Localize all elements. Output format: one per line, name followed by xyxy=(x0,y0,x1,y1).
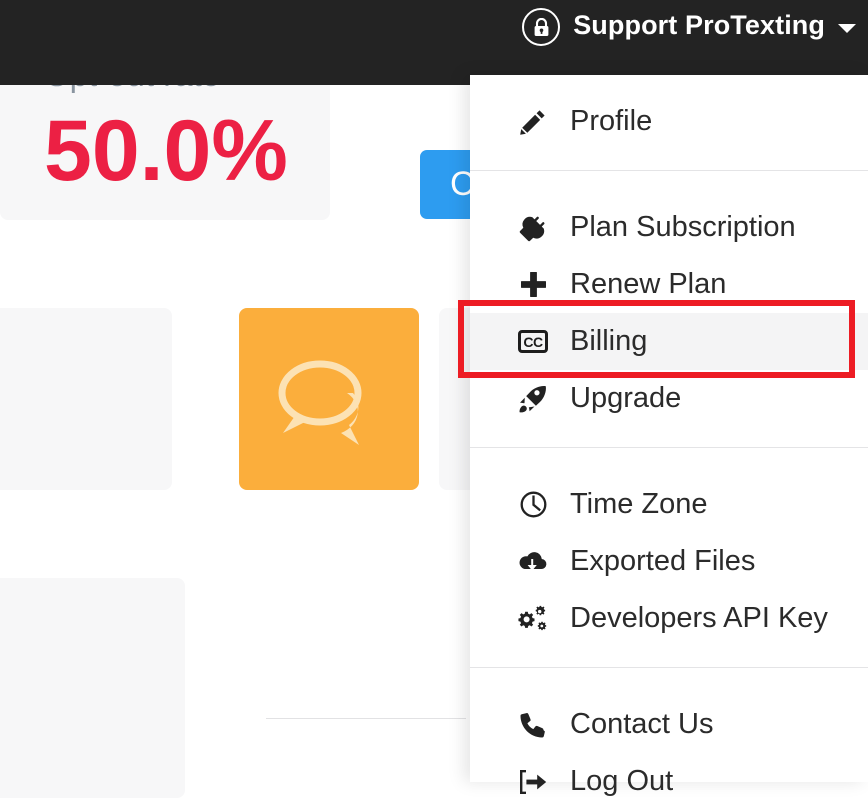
plug-icon xyxy=(518,214,548,242)
rocket-icon xyxy=(518,385,548,413)
cc-badge-text: CC xyxy=(518,330,548,353)
stat-divider xyxy=(266,718,466,719)
dashboard-card-placeholder-1 xyxy=(0,308,172,490)
menu-item-label: Renew Plan xyxy=(570,268,727,300)
menu-spacer xyxy=(470,171,868,199)
cc-badge-icon: CC xyxy=(518,330,548,353)
menu-item-plan-subscription[interactable]: Plan Subscription xyxy=(470,199,868,256)
chat-bubbles-icon xyxy=(273,353,385,445)
account-dropdown-menu[interactable]: Profile Plan Subscription Renew Plan CC … xyxy=(470,75,868,796)
chevron-down-icon xyxy=(838,24,856,33)
menu-spacer xyxy=(470,647,868,667)
phone-icon xyxy=(518,712,548,738)
gears-icon xyxy=(518,605,548,633)
menu-item-exported-files[interactable]: Exported Files xyxy=(470,533,868,590)
menu-spacer xyxy=(470,150,868,170)
menu-spacer xyxy=(470,75,868,93)
cloud-download-icon xyxy=(518,550,548,574)
menu-item-label: Exported Files xyxy=(570,545,756,577)
menu-item-label: Billing xyxy=(570,325,648,357)
menu-item-label: Contact Us xyxy=(570,708,714,740)
lock-circle-icon xyxy=(522,8,561,46)
dashboard-card-placeholder-3 xyxy=(0,578,185,798)
menu-item-billing[interactable]: CC Billing xyxy=(470,313,868,370)
menu-item-upgrade[interactable]: Upgrade xyxy=(470,370,868,427)
menu-spacer xyxy=(470,668,868,696)
menu-item-label: Profile xyxy=(570,105,653,137)
menu-item-profile[interactable]: Profile xyxy=(470,93,868,150)
pencil-icon xyxy=(518,109,548,135)
menu-item-label: Developers API Key xyxy=(570,602,828,634)
dashboard-card-messages[interactable] xyxy=(239,308,419,490)
menu-item-contact-us[interactable]: Contact Us xyxy=(470,696,868,753)
menu-item-developers-api-key[interactable]: Developers API Key xyxy=(470,590,868,647)
clock-icon xyxy=(518,491,548,518)
menu-item-label: Plan Subscription xyxy=(570,211,796,243)
menu-group-profile: Profile xyxy=(470,93,868,150)
top-navigation-bar: Support ProTexting xyxy=(0,0,868,85)
menu-item-label: Time Zone xyxy=(570,488,708,520)
menu-spacer xyxy=(470,427,868,447)
opt-out-rate-value: 50.0% xyxy=(44,103,288,199)
menu-group-plan: Plan Subscription Renew Plan CC Billing xyxy=(470,199,868,427)
menu-item-renew-plan[interactable]: Renew Plan xyxy=(470,256,868,313)
account-name-label: Support ProTexting xyxy=(573,10,825,40)
menu-group-support: Contact Us Log Out xyxy=(470,696,868,810)
plus-icon xyxy=(518,271,548,298)
menu-group-settings: Time Zone Exported Files Developers API … xyxy=(470,476,868,647)
menu-spacer xyxy=(470,448,868,476)
menu-item-label: Upgrade xyxy=(570,382,682,414)
menu-item-time-zone[interactable]: Time Zone xyxy=(470,476,868,533)
